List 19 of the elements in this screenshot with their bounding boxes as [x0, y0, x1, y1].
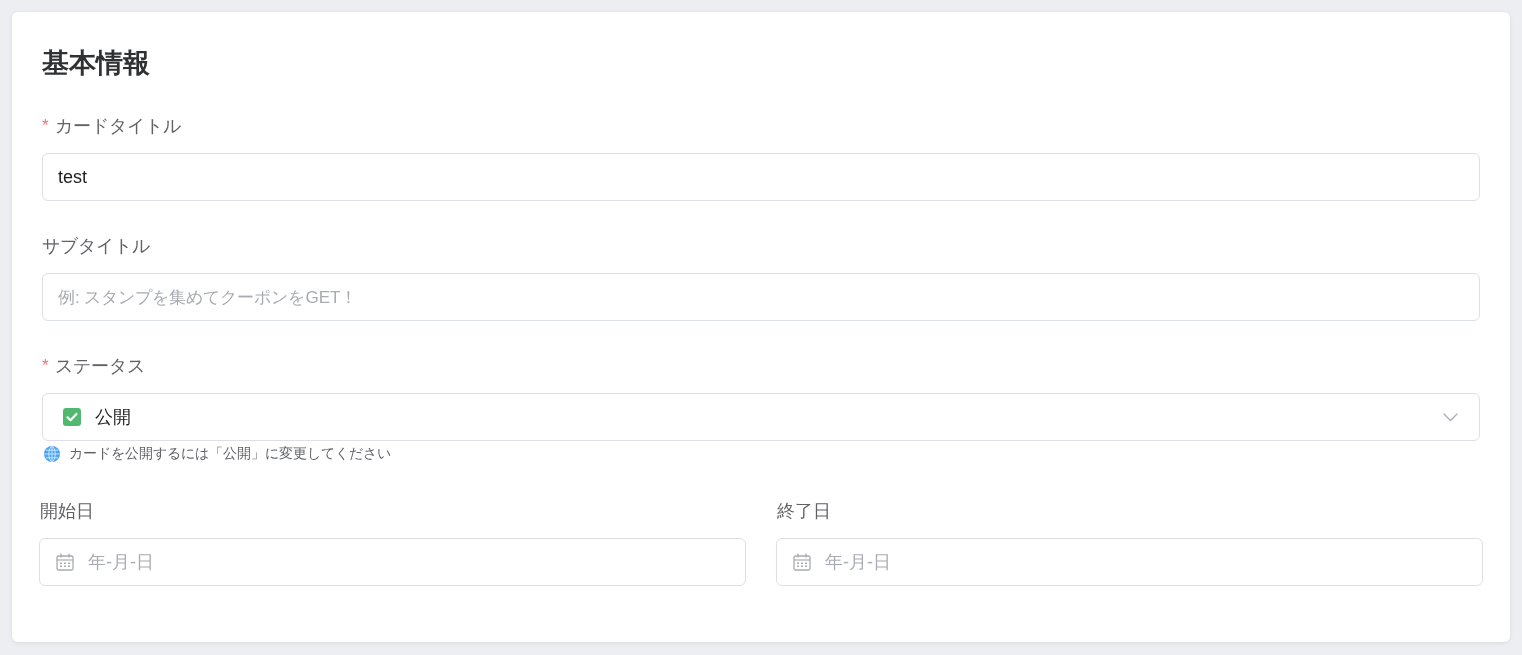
required-mark: * [42, 116, 49, 136]
calendar-icon [56, 553, 74, 571]
field-label: カードタイトル [54, 115, 181, 138]
hint-text: カードを公開するには「公開」に変更してください [69, 445, 391, 463]
status-select[interactable]: 公開 [42, 393, 1480, 441]
text-input[interactable]: test [42, 153, 1480, 201]
chevron-down-icon [1443, 412, 1458, 422]
date-input[interactable]: 年-月-日 [776, 538, 1483, 586]
text-input[interactable]: 例: スタンプを集めてクーポンをGET！ [42, 273, 1480, 321]
field-label: 開始日 [40, 500, 94, 523]
field-label: 終了日 [777, 500, 831, 523]
calendar-icon [793, 553, 811, 571]
field-label: サブタイトル [42, 235, 150, 258]
field-label: ステータス [54, 355, 145, 378]
date-input[interactable]: 年-月-日 [39, 538, 746, 586]
globe-icon [44, 446, 60, 462]
required-mark: * [42, 356, 49, 376]
section-title: 基本情報 [42, 47, 150, 80]
check-icon [63, 408, 81, 426]
